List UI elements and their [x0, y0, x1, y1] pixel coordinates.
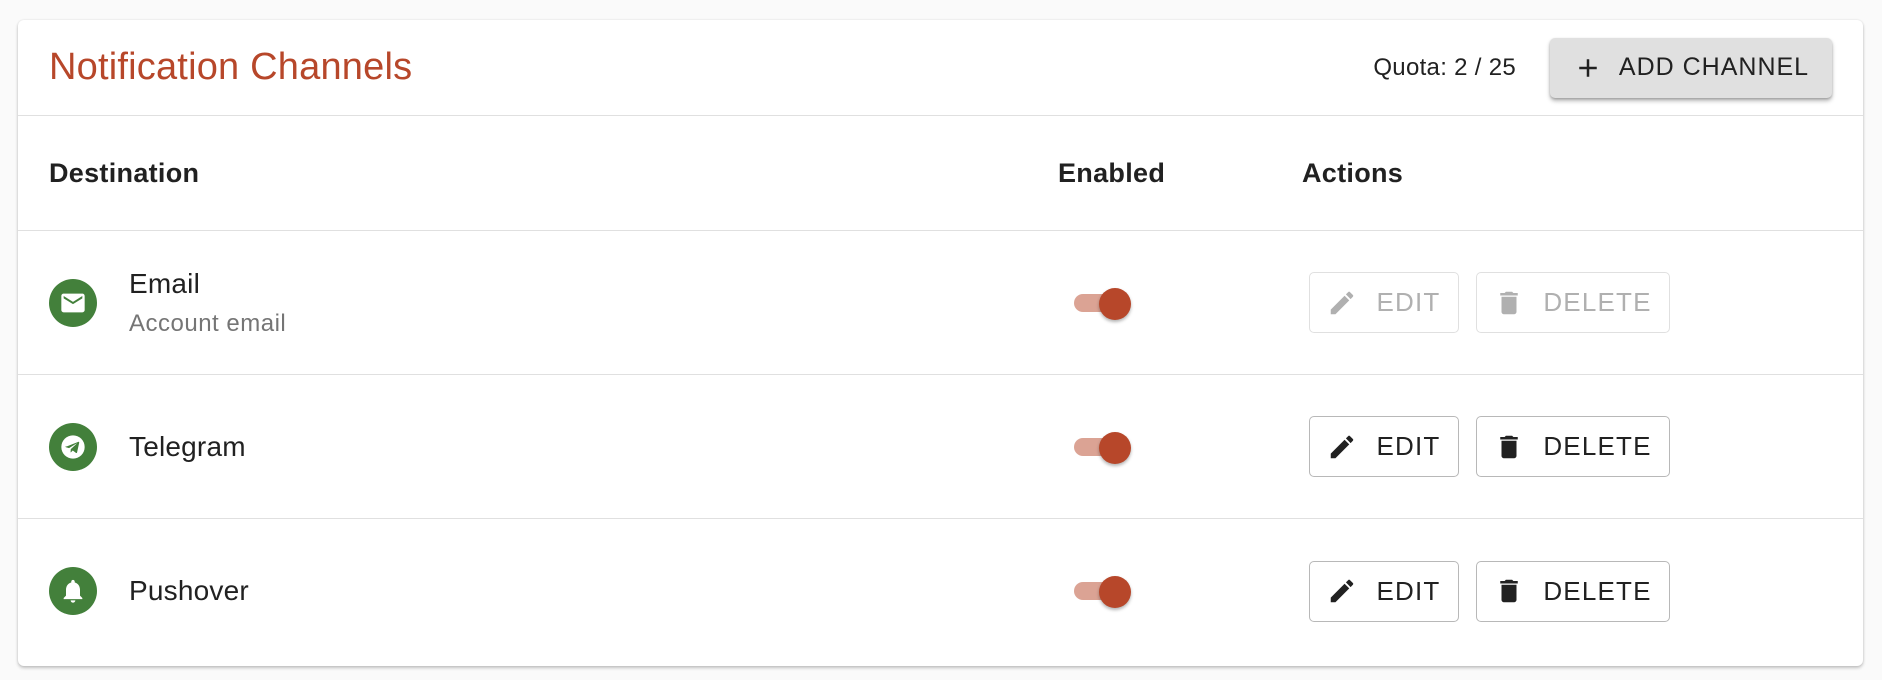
enabled-cell — [1027, 285, 1270, 321]
destination-text: Email Account email — [129, 268, 286, 338]
email-icon — [61, 293, 85, 312]
actions-cell: EDIT DELETE — [1270, 272, 1863, 333]
trash-icon — [1500, 579, 1519, 603]
page-title: Notification Channels — [49, 46, 413, 88]
pencil-icon — [1331, 579, 1354, 603]
enabled-cell — [1027, 573, 1270, 609]
edit-label: EDIT — [1376, 431, 1441, 461]
destination-text: Pushover — [129, 575, 249, 607]
toggle-thumb — [1099, 431, 1131, 464]
destination-name: Email — [129, 267, 201, 299]
quota-text: Quota: 2 / 25 — [1373, 53, 1516, 81]
pushover-avatar — [49, 567, 97, 615]
edit-label: EDIT — [1376, 575, 1441, 606]
destination-cell: Telegram — [18, 422, 1027, 471]
column-header-enabled: Enabled — [1058, 157, 1166, 188]
telegram-icon — [61, 434, 85, 459]
destination-name: Telegram — [129, 430, 246, 462]
toggle-thumb — [1099, 576, 1131, 608]
table-row-email: Email Account email EDIT DELETE — [18, 231, 1863, 375]
delete-label: DELETE — [1543, 431, 1652, 461]
delete-button[interactable]: DELETE — [1476, 272, 1670, 333]
telegram-avatar — [49, 422, 97, 471]
destination-text: Telegram — [129, 431, 246, 463]
column-header-actions: Actions — [1302, 157, 1404, 188]
add-channel-label: ADD CHANNEL — [1618, 53, 1810, 81]
toggle-thumb — [1099, 287, 1131, 320]
pencil-icon — [1331, 435, 1354, 458]
column-header-destination: Destination — [49, 157, 200, 188]
edit-button[interactable]: EDIT — [1309, 416, 1459, 477]
enabled-toggle[interactable] — [1072, 429, 1132, 465]
enabled-toggle[interactable] — [1072, 573, 1132, 609]
delete-label: DELETE — [1543, 287, 1652, 317]
actions-cell: EDIT DELETE — [1270, 416, 1863, 477]
enabled-toggle[interactable] — [1072, 285, 1132, 321]
delete-button[interactable]: DELETE — [1476, 416, 1670, 477]
enabled-cell — [1027, 429, 1270, 465]
table-row-pushover: Pushover EDIT DELETE — [18, 519, 1863, 663]
edit-button[interactable]: EDIT — [1309, 272, 1459, 333]
table-header-row: Destination Enabled Actions — [18, 116, 1863, 231]
edit-label: EDIT — [1376, 287, 1441, 317]
plus-icon — [1579, 58, 1597, 77]
delete-button[interactable]: DELETE — [1476, 560, 1670, 622]
destination-name: Pushover — [129, 575, 249, 606]
destination-subtitle: Account email — [129, 309, 287, 337]
table-row-telegram: Telegram EDIT DELETE — [18, 375, 1863, 519]
destination-cell: Pushover — [18, 567, 1027, 615]
card-header: Notification Channels Quota: 2 / 25 ADD … — [18, 20, 1863, 116]
pencil-icon — [1331, 291, 1354, 314]
email-avatar — [49, 278, 97, 327]
actions-cell: EDIT DELETE — [1270, 560, 1863, 622]
destination-cell: Email Account email — [18, 268, 1027, 338]
edit-button[interactable]: EDIT — [1309, 560, 1459, 622]
trash-icon — [1500, 291, 1519, 314]
trash-icon — [1500, 435, 1519, 458]
add-channel-button[interactable]: ADD CHANNEL — [1550, 37, 1832, 98]
notification-channels-card: Notification Channels Quota: 2 / 25 ADD … — [18, 20, 1863, 666]
bell-icon — [63, 579, 83, 603]
delete-label: DELETE — [1543, 575, 1652, 606]
